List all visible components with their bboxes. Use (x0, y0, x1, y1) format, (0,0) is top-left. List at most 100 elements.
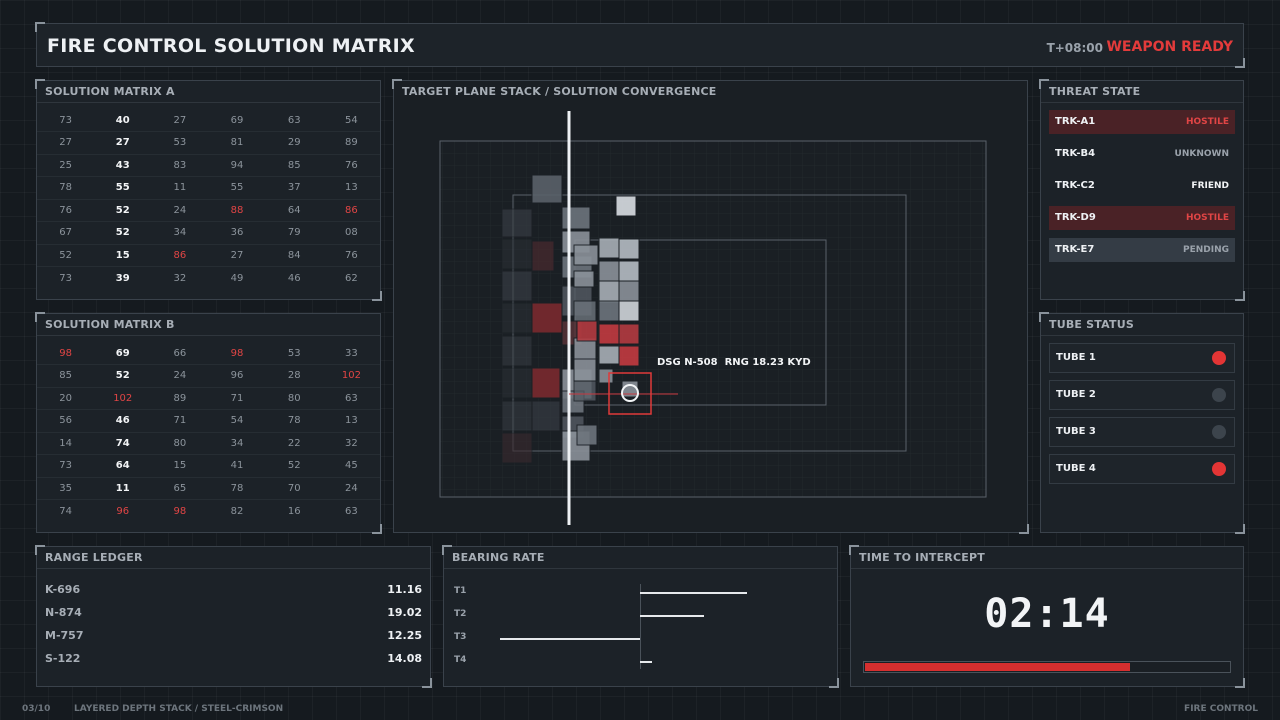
threat-track-row[interactable]: TRK-C2 FRIEND (1049, 174, 1235, 198)
matrix-row: 76 52 24 88 64 86 (37, 199, 380, 222)
solution-cell (501, 432, 533, 464)
matrix-cell: 62 (345, 272, 358, 284)
bearing-rate-panel: BEARING RATE T1 T2 T3 T4 (442, 545, 839, 688)
tube-row[interactable]: TUBE 3 (1049, 417, 1235, 447)
solution-cell (598, 280, 620, 304)
matrix-row: 67 52 34 36 79 08 (37, 221, 380, 245)
matrix-cell: 32 (322, 432, 380, 455)
matrix-cell: 28 (265, 364, 323, 388)
matrix-cell: 24 (151, 199, 209, 222)
matrix-cell: 11 (94, 477, 152, 500)
solution-cell (618, 323, 640, 345)
solution-cell (501, 335, 533, 367)
threat-track-row[interactable]: TRK-E7 PENDING (1049, 238, 1235, 262)
solution-cell (598, 323, 620, 345)
ledger-row: K-696 11.16 (45, 578, 422, 601)
solution-cell (618, 280, 640, 302)
matrix-cell: 79 (265, 221, 323, 245)
solution-cell (618, 300, 640, 322)
solution-cell (618, 260, 640, 282)
matrix-cell: 34 (208, 432, 266, 455)
mission-clock: T+08:00 (1046, 41, 1103, 55)
bearing-rate-bar (640, 615, 705, 617)
solution-cell (531, 367, 561, 399)
solution-matrix-b-panel: SOLUTION MATRIX B 98 69 66 98 53 33 85 52 24 96 28… (35, 312, 382, 534)
matrix-cell: 80 (265, 387, 323, 410)
matrix-cell: 52 (37, 244, 95, 267)
matrix-cell: 15 (94, 244, 152, 267)
matrix-cell: 52 (94, 199, 152, 222)
matrix-cell: 46 (94, 409, 152, 433)
solution-cell (501, 270, 533, 302)
matrix-cell: 39 (115, 272, 130, 284)
matrix-cell: 85 (265, 154, 323, 177)
range-ledger-panel: RANGE LEDGER K-696 11.16 N-874 19.02 M-757 12… (35, 545, 432, 688)
page-title: FIRE CONTROL SOLUTION MATRIX (47, 35, 415, 57)
matrix-cell: 76 (37, 199, 95, 222)
matrix-cell: 56 (37, 409, 95, 433)
matrix-cell: 53 (265, 342, 323, 365)
matrix-cell: 35 (37, 477, 95, 500)
bearing-rate-bar (499, 638, 640, 640)
target-plane-canvas[interactable] (394, 81, 1029, 534)
matrix-row: 14 74 80 34 22 32 (37, 432, 380, 455)
footer-caption: LAYERED DEPTH STACK / STEEL-CRIMSON (74, 704, 284, 714)
ledger-row: S-122 14.08 (45, 647, 422, 670)
track-state: PENDING (1182, 245, 1229, 255)
bearing-rate-bar (640, 592, 748, 594)
range-ledger-list: K-696 11.16 N-874 19.02 M-757 12.25 S-122 14.08 (37, 578, 430, 670)
matrix-cell: 89 (322, 131, 380, 155)
threat-track-row[interactable]: TRK-A1 HOSTILE (1049, 110, 1235, 134)
matrix-cell: 73 (59, 272, 72, 284)
matrix-cell: 96 (116, 505, 130, 517)
matrix-cell: 102 (322, 364, 380, 388)
matrix-cell: 81 (208, 131, 266, 155)
tube-label: TUBE 4 (1056, 463, 1096, 474)
matrix-cell: 63 (345, 505, 358, 517)
matrix-cell: 73 (37, 109, 95, 132)
matrix-cell: 76 (322, 154, 380, 177)
matrix-cell: 25 (37, 154, 95, 177)
matrix-row: 85 52 24 96 28 102 (37, 364, 380, 388)
tube-row[interactable]: TUBE 2 (1049, 380, 1235, 410)
matrix-cell: 29 (265, 131, 323, 155)
matrix-cell: 27 (208, 244, 266, 267)
matrix-cell: 36 (208, 221, 266, 245)
matrix-row: 74 96 98 82 16 63 (37, 500, 380, 523)
solution-cell (576, 424, 598, 446)
panel-title: BEARING RATE (444, 547, 837, 569)
solution-cell (501, 238, 533, 270)
matrix-cell: 27 (94, 131, 152, 155)
target-designation: DSG N-508 (657, 357, 718, 368)
matrix-row: 73 39 32 49 46 62 (37, 267, 380, 290)
bearing-rate-chart: T1 T2 T3 T4 (444, 569, 839, 687)
panel-title: SOLUTION MATRIX A (37, 81, 380, 103)
matrix-cell: 15 (151, 454, 209, 478)
matrix-cell: 45 (322, 454, 380, 478)
matrix-cell: 52 (265, 454, 323, 478)
footer-system-label: FIRE CONTROL (1184, 704, 1258, 714)
threat-track-row[interactable]: TRK-B4 UNKNOWN (1049, 142, 1235, 166)
panel-title: SOLUTION MATRIX B (37, 314, 380, 336)
solution-cell (598, 368, 614, 384)
track-state: HOSTILE (1185, 117, 1229, 127)
matrix-cell: 80 (151, 432, 209, 455)
matrix-cell: 24 (151, 364, 209, 388)
track-id: TRK-D9 (1055, 212, 1096, 223)
intercept-countdown: 02:14 (984, 591, 1110, 637)
matrix-cell: 14 (37, 432, 95, 455)
tube-row[interactable]: TUBE 1 (1049, 343, 1235, 373)
matrix-cell: 65 (151, 477, 209, 500)
tube-label: TUBE 2 (1056, 389, 1096, 400)
tube-label: TUBE 1 (1056, 352, 1096, 363)
matrix-cell: 98 (37, 342, 95, 365)
matrix-cell: 67 (37, 221, 95, 245)
threat-track-row[interactable]: TRK-D9 HOSTILE (1049, 206, 1235, 230)
matrix-cell: 86 (151, 244, 209, 267)
ledger-key: M-757 (45, 629, 84, 642)
solution-cell (598, 237, 620, 259)
solution-matrix-a-table: 73 40 27 69 63 54 27 27 53 81 29 89 25 43 83 94 85 76 78 55… (37, 109, 380, 289)
solution-cell (573, 300, 597, 322)
solution-cell (531, 400, 561, 432)
tube-row[interactable]: TUBE 4 (1049, 454, 1235, 484)
